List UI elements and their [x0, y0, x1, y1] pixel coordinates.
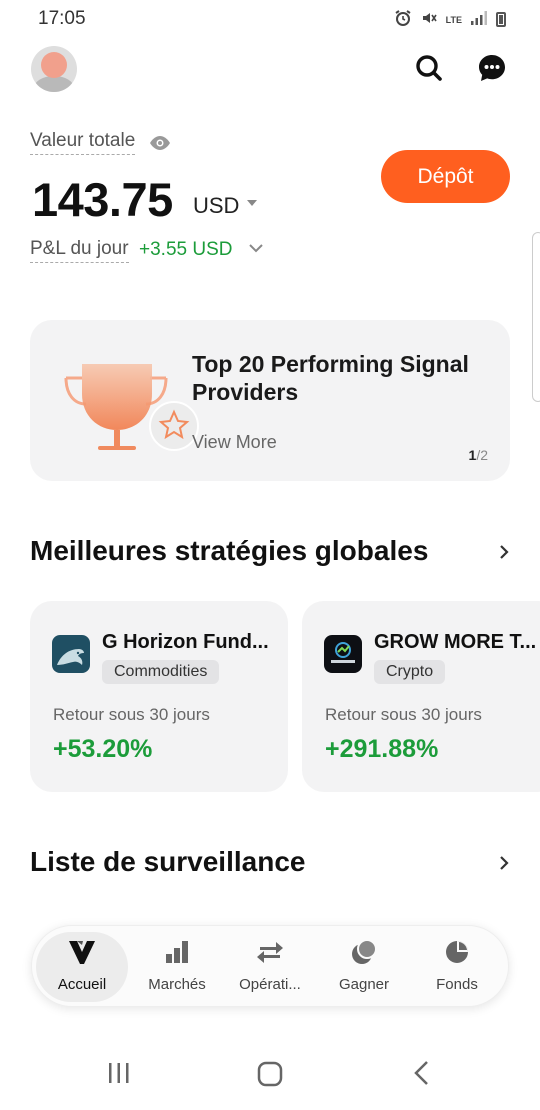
strategies-title: Meilleures stratégies globales: [30, 535, 429, 566]
system-nav-bar: [0, 1040, 540, 1110]
status-bar: 17:05 LTE: [0, 0, 540, 36]
promo-banner[interactable]: Top 20 Performing Signal Providers View …: [30, 320, 510, 481]
nav-label: Fonds: [436, 976, 478, 993]
nav-label: Gagner: [338, 976, 390, 993]
chevron-down-icon[interactable]: [248, 242, 264, 254]
bottom-nav: Accueil Marchés Opérati... Gagner Fonds: [31, 925, 509, 1007]
nav-item-gagner[interactable]: Gagner: [319, 926, 409, 1008]
return-label: Retour sous 30 jours: [53, 705, 210, 724]
home-logo-icon: [69, 941, 95, 964]
daily-pnl-label: P&L du jour: [30, 238, 129, 263]
nav-item-marches[interactable]: Marchés: [132, 926, 222, 1008]
strategy-card[interactable]: G Horizon Fund... Commodities Retour sou…: [30, 601, 288, 792]
nav-label: Accueil: [57, 976, 107, 993]
home-icon[interactable]: [256, 1060, 284, 1088]
daily-pnl-value: +3.55 USD: [139, 239, 233, 260]
signal-icon: [470, 10, 488, 29]
watchlist-title: Liste de surveillance: [30, 846, 306, 877]
user-avatar[interactable]: [31, 46, 77, 92]
pie-chart-icon: [446, 941, 468, 963]
recent-apps-icon[interactable]: [106, 1060, 132, 1086]
fund-logo-icon: [52, 635, 90, 673]
strategy-name: G Horizon Fund...: [102, 631, 269, 653]
coins-icon: [352, 939, 377, 964]
strategy-tag: Commodities: [102, 660, 220, 684]
nav-label: Opérati...: [239, 976, 301, 993]
trophy-icon: [64, 364, 199, 451]
chat-bubble-icon[interactable]: [476, 52, 508, 84]
banner-title: Top 20 Performing Signal Providers: [192, 351, 469, 405]
mute-icon: [420, 9, 438, 30]
fund-logo-icon: [324, 635, 362, 673]
deposit-button[interactable]: Dépôt: [381, 150, 510, 203]
currency-selector[interactable]: USD: [193, 193, 239, 219]
back-icon[interactable]: [410, 1060, 434, 1086]
strategy-name: GROW MORE T...: [374, 631, 537, 653]
chevron-right-icon[interactable]: [496, 854, 512, 872]
battery-icon: [496, 12, 506, 27]
nav-item-accueil[interactable]: Accueil: [32, 926, 132, 1008]
nav-label: Marchés: [148, 976, 206, 993]
return-label: Retour sous 30 jours: [325, 705, 482, 724]
strategy-card[interactable]: GROW MORE T... Crypto Retour sous 30 jou…: [302, 601, 540, 792]
total-value-label: Valeur totale: [30, 130, 136, 155]
banner-pager: 1/2: [468, 447, 488, 463]
status-time: 17:05: [38, 8, 86, 29]
eye-icon[interactable]: [149, 134, 171, 152]
search-icon[interactable]: [413, 52, 445, 84]
chevron-right-icon[interactable]: [496, 543, 512, 561]
edge-panel-handle[interactable]: [532, 232, 540, 402]
bar-chart-icon: [166, 941, 188, 963]
return-value: +53.20%: [53, 735, 153, 763]
alarm-icon: [394, 9, 412, 30]
lte-indicator: LTE: [445, 14, 462, 25]
total-amount: 143.75: [32, 173, 173, 226]
swap-arrows-icon: [257, 942, 283, 963]
strategy-tag: Crypto: [374, 660, 446, 684]
nav-item-fonds[interactable]: Fonds: [412, 926, 502, 1008]
view-more-link[interactable]: View More: [192, 432, 277, 453]
caret-down-icon[interactable]: [246, 199, 258, 207]
nav-item-operations[interactable]: Opérati...: [225, 926, 315, 1008]
return-value: +291.88%: [325, 735, 439, 763]
